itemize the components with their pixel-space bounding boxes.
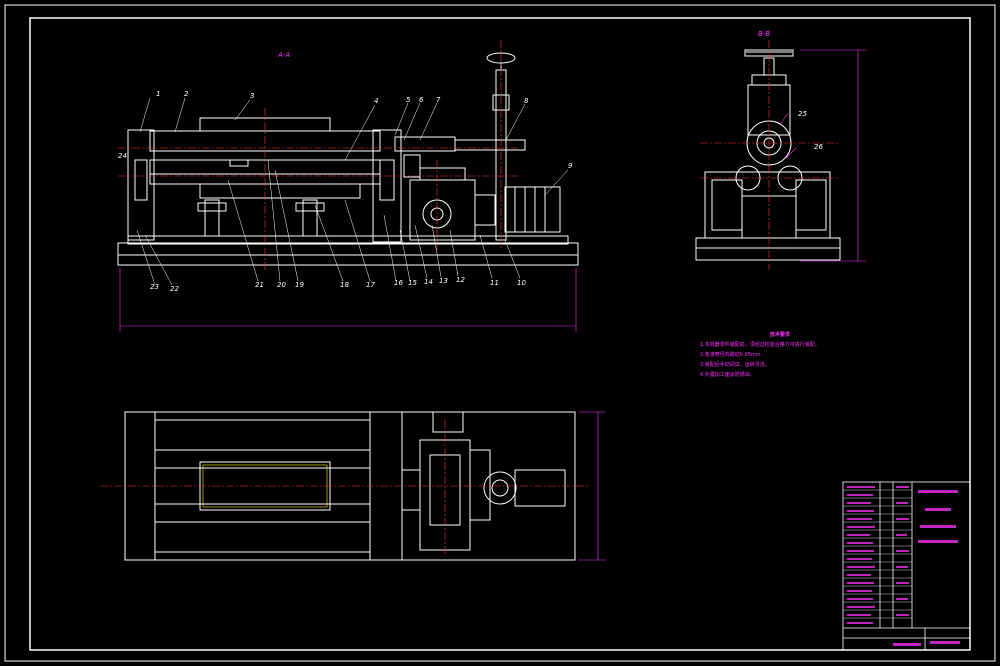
part-label-13: 13	[439, 277, 448, 285]
part-label-4: 4	[374, 97, 379, 105]
front-view-dimension	[119, 268, 577, 332]
technical-note-4: 4.外露加工面涂防锈油。	[700, 372, 755, 378]
part-label-3: 3	[250, 92, 255, 100]
side-view-title: B-B	[758, 30, 771, 38]
technical-note-1: 1.本机器零件装配前，须经过检验合格方可进行装配。	[700, 342, 820, 348]
technical-note-3: 3.装配后手动调试，运转灵活。	[700, 362, 770, 368]
front-view	[117, 52, 579, 266]
part-label-15: 15	[408, 279, 417, 287]
drawing-sheet	[4, 4, 996, 662]
technical-note-2: 2.各滚筒径向跳动0.05mm	[700, 352, 761, 358]
part-label-1: 1	[156, 90, 161, 98]
part-label-17: 17	[366, 281, 375, 289]
outer-border	[4, 4, 996, 662]
part-label-7: 7	[436, 96, 441, 104]
part-label-19: 19	[295, 281, 304, 289]
leader-lines	[136, 97, 569, 286]
inner-border	[29, 17, 971, 651]
part-label-5: 5	[406, 96, 411, 104]
side-view	[695, 49, 841, 261]
part-label-6: 6	[419, 96, 424, 104]
part-label-18: 18	[340, 281, 349, 289]
part-label-21: 21	[255, 281, 264, 289]
part-label-8: 8	[524, 97, 529, 105]
part-label-24: 24	[118, 152, 127, 160]
part-label-9: 9	[568, 162, 573, 170]
technical-notes-title: 技术要求	[769, 332, 790, 338]
part-label-12: 12	[456, 276, 465, 284]
part-label-23: 23	[150, 283, 159, 291]
front-view-title: A-A	[278, 51, 291, 59]
part-label-10: 10	[517, 279, 526, 287]
part-label-25: 25	[798, 110, 807, 118]
part-label-14: 14	[424, 278, 433, 286]
part-label-26: 26	[814, 143, 823, 151]
part-label-16: 16	[394, 279, 403, 287]
technical-notes: 技术要求 1.本机器零件装配前，须经过检验合格方可进行装配。 2.各滚筒径向跳动…	[700, 330, 820, 380]
part-label-11: 11	[490, 279, 499, 287]
title-block-entries	[847, 486, 960, 646]
side-view-dimension	[779, 49, 866, 262]
top-view-centerlines	[100, 420, 590, 555]
part-label-2: 2	[184, 90, 189, 98]
part-label-22: 22	[170, 285, 179, 293]
part-label-20: 20	[277, 281, 286, 289]
